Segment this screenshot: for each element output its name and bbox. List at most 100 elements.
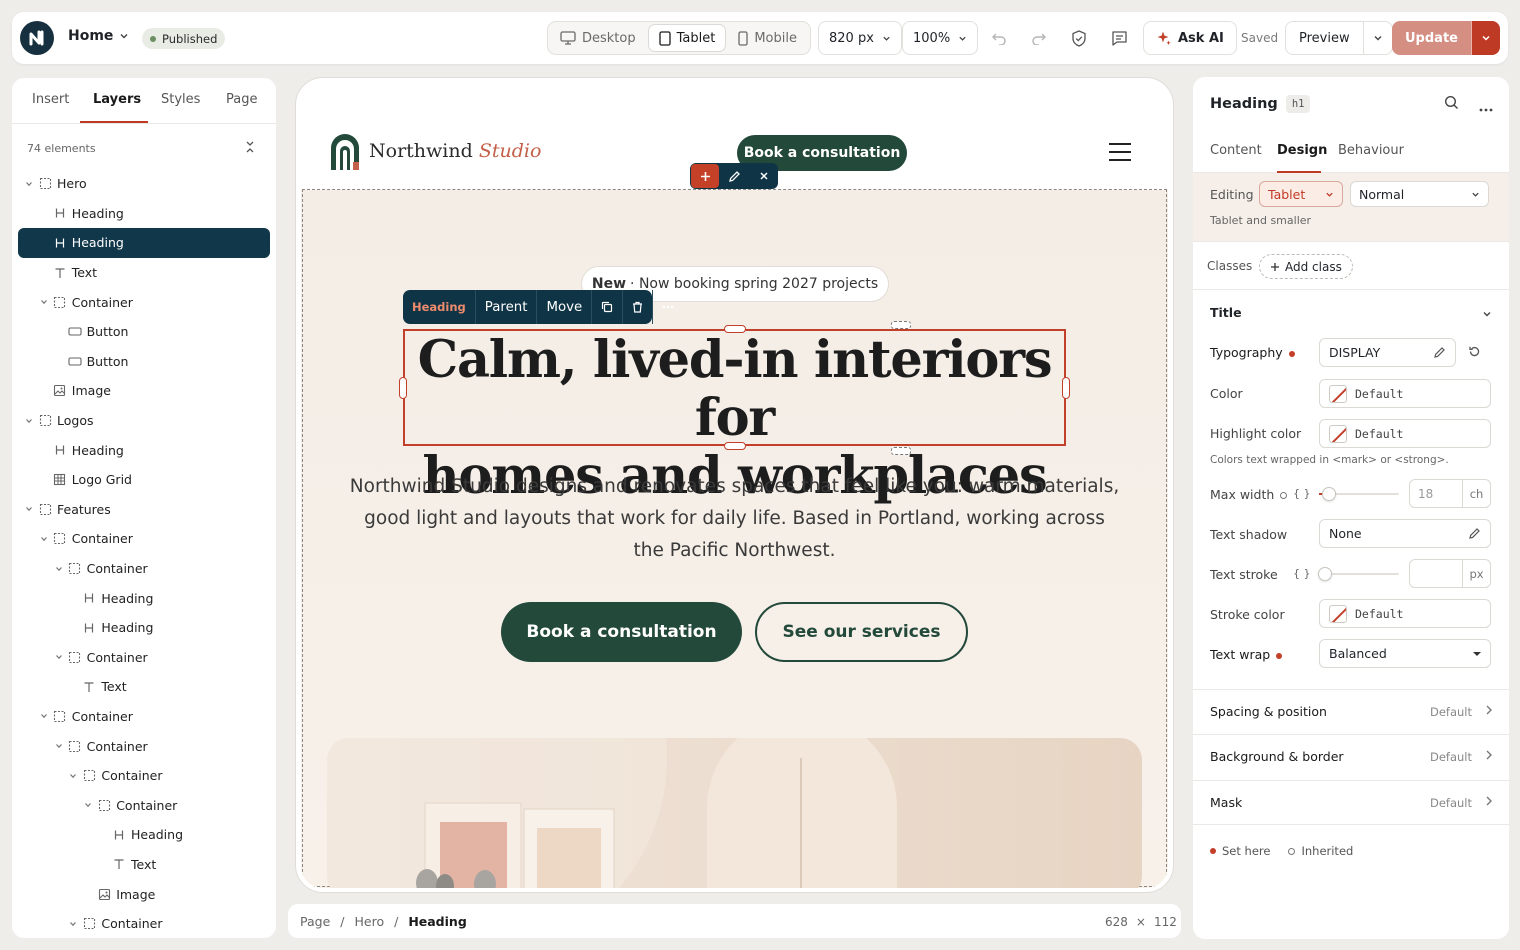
hamburger-menu-icon[interactable] (1109, 143, 1131, 167)
page-selector[interactable]: Home (68, 28, 129, 44)
resize-handle-left[interactable] (399, 377, 407, 399)
caret-down-icon[interactable] (68, 920, 78, 928)
device-tablet-button[interactable]: Tablet (647, 24, 727, 52)
typography-field[interactable]: DISPLAY (1319, 338, 1456, 367)
collapse-all-button[interactable] (244, 140, 256, 158)
add-section-button[interactable] (691, 164, 719, 188)
layer-item-text[interactable]: Text (18, 258, 270, 288)
layer-item-image[interactable]: Image (18, 376, 270, 406)
crumb-hero[interactable]: Hero (354, 914, 384, 929)
text-stroke-input[interactable]: px (1409, 559, 1491, 588)
layer-item-features[interactable]: Features (18, 495, 270, 525)
layer-item-text[interactable]: Text (18, 850, 270, 880)
stroke-color-field[interactable]: Default (1319, 599, 1491, 628)
max-width-slider-knob[interactable] (1322, 487, 1336, 501)
text-wrap-select[interactable]: Balanced (1319, 639, 1491, 668)
update-button[interactable]: Update (1392, 21, 1471, 55)
margin-handle-top[interactable] (891, 321, 911, 329)
layer-item-logos[interactable]: Logos (18, 406, 270, 436)
duplicate-button[interactable] (592, 290, 624, 324)
mask-section[interactable]: Mask Default (1193, 780, 1509, 825)
caret-down-icon[interactable] (83, 801, 93, 809)
layer-item-container[interactable]: Container (18, 554, 270, 584)
close-section-button[interactable] (749, 163, 778, 189)
max-width-slider[interactable] (1319, 487, 1399, 501)
layer-item-button[interactable]: Button (18, 347, 270, 377)
layer-item-heading[interactable]: Heading (18, 820, 270, 850)
ask-ai-button[interactable]: Ask AI (1143, 21, 1237, 55)
tab-content[interactable]: Content (1210, 143, 1262, 158)
caret-down-icon[interactable] (24, 180, 34, 188)
layer-item-container[interactable]: Container (18, 702, 270, 732)
caret-down-icon[interactable] (24, 417, 34, 425)
tab-styles[interactable]: Styles (161, 92, 200, 107)
max-width-unit[interactable]: ch (1462, 480, 1490, 507)
caret-down-icon[interactable] (39, 298, 49, 306)
app-logo[interactable] (20, 21, 54, 55)
variable-braces-icon[interactable]: { } (1293, 567, 1311, 580)
layer-item-container[interactable]: Container (18, 761, 270, 791)
tab-behaviour[interactable]: Behaviour (1338, 143, 1404, 158)
width-select[interactable]: 820 px (818, 21, 902, 55)
caret-down-icon[interactable] (54, 565, 64, 573)
tab-design[interactable]: Design (1277, 143, 1327, 158)
update-options-button[interactable] (1471, 21, 1500, 55)
move-element-button[interactable]: Move (537, 290, 593, 324)
layer-item-heading[interactable]: Heading (18, 435, 270, 465)
layer-item-heading[interactable]: Heading (18, 228, 270, 258)
resize-handle-bottom[interactable] (724, 442, 746, 450)
layer-item-container[interactable]: Container (18, 909, 270, 938)
variable-braces-icon[interactable]: { } (1293, 487, 1311, 500)
text-stroke-slider-knob[interactable] (1318, 567, 1332, 581)
comments-button[interactable] (1107, 26, 1131, 50)
hero-subtext[interactable]: Northwind Studio designs and renovates s… (349, 471, 1120, 567)
layer-item-heading[interactable]: Heading (18, 199, 270, 229)
caret-down-icon[interactable] (54, 742, 64, 750)
highlight-color-field[interactable]: Default (1319, 419, 1491, 448)
more-options-button[interactable] (653, 290, 683, 324)
title-section-header[interactable]: Title (1193, 290, 1509, 334)
layer-item-text[interactable]: Text (18, 672, 270, 702)
secondary-cta-button[interactable]: See our services (755, 602, 968, 662)
caret-down-icon[interactable] (68, 772, 78, 780)
layer-item-button[interactable]: Button (18, 317, 270, 347)
reset-typography-button[interactable] (1468, 345, 1481, 362)
layer-item-heading[interactable]: Heading (18, 613, 270, 643)
spacing-position-section[interactable]: Spacing & position Default (1193, 689, 1509, 734)
tab-layers[interactable]: Layers (93, 92, 141, 107)
layer-item-container[interactable]: Container (18, 524, 270, 554)
editing-breakpoint-select[interactable]: Tablet (1259, 181, 1343, 207)
caret-down-icon[interactable] (54, 653, 64, 661)
crumb-page[interactable]: Page (300, 914, 330, 929)
layer-item-container[interactable]: Container (18, 287, 270, 317)
edit-section-button[interactable] (720, 163, 749, 189)
layer-item-heading[interactable]: Heading (18, 583, 270, 613)
zoom-select[interactable]: 100% (902, 21, 979, 55)
inspector-more-button[interactable] (1479, 101, 1493, 116)
background-border-section[interactable]: Background & border Default (1193, 734, 1509, 779)
select-parent-button[interactable]: Parent (476, 290, 538, 324)
add-class-button[interactable]: Add class (1259, 254, 1353, 279)
margin-handle-bottom[interactable] (891, 447, 911, 455)
layer-item-logo-grid[interactable]: Logo Grid (18, 465, 270, 495)
primary-cta-button[interactable]: Book a consultation (501, 602, 742, 662)
caret-down-icon[interactable] (39, 712, 49, 720)
preview-button[interactable]: Preview (1286, 22, 1364, 54)
editing-state-select[interactable]: Normal (1350, 181, 1489, 207)
redo-button[interactable] (1027, 26, 1051, 50)
text-stroke-unit[interactable]: px (1462, 560, 1490, 587)
accessibility-check-button[interactable] (1067, 26, 1091, 50)
caret-down-icon[interactable] (24, 505, 34, 513)
layer-item-hero[interactable]: Hero (18, 169, 270, 199)
max-width-input[interactable]: 18 ch (1409, 479, 1491, 508)
layer-item-container[interactable]: Container (18, 731, 270, 761)
text-shadow-field[interactable]: None (1319, 519, 1491, 548)
undo-button[interactable] (987, 26, 1011, 50)
preview-options-button[interactable] (1364, 22, 1392, 54)
search-properties-button[interactable] (1444, 95, 1459, 114)
caret-down-icon[interactable] (39, 535, 49, 543)
site-logo[interactable]: Northwind Studio (329, 132, 541, 170)
device-mobile-button[interactable]: Mobile (728, 24, 807, 52)
layer-item-image[interactable]: Image (18, 879, 270, 909)
resize-handle-right[interactable] (1062, 377, 1070, 399)
